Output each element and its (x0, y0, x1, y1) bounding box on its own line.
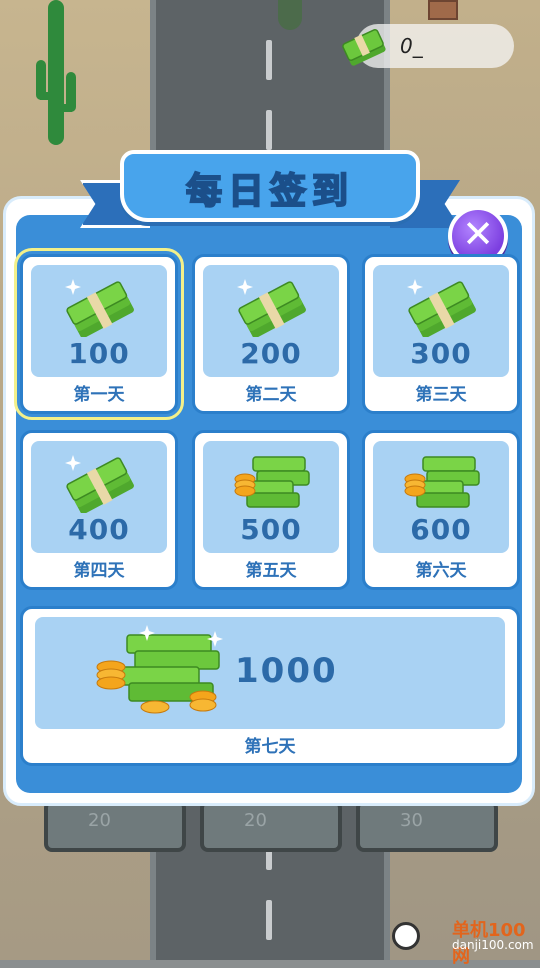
crate-icon (428, 0, 458, 20)
cactus-icon (36, 0, 76, 145)
day-card-5[interactable]: 500 第五天 (192, 430, 350, 590)
day-label: 第二天 (245, 385, 297, 405)
cash-coins-icon (404, 456, 480, 508)
reward-amount: 500 (240, 513, 302, 546)
cash-stack-icon (65, 279, 134, 337)
dialog-title: 每日签到 (185, 170, 354, 213)
cash-coins-icon (234, 456, 310, 508)
cash-stack-icon (407, 279, 476, 337)
cash-stack-icon (65, 455, 134, 513)
day-label: 第五天 (245, 561, 297, 581)
day-label: 第七天 (244, 737, 296, 757)
cash-stack-icon (237, 279, 306, 337)
day-label: 第六天 (415, 561, 467, 581)
plant-icon (278, 0, 302, 30)
reward-amount: 200 (240, 337, 302, 370)
day-label: 第四天 (73, 561, 125, 581)
watermark: 单机100网 danji100.com (390, 914, 540, 967)
reward-amount: 300 (410, 337, 472, 370)
shop-tile: 30 (356, 800, 498, 852)
day-card-3[interactable]: 300 第三天 (362, 254, 520, 414)
day-label: 第一天 (73, 385, 125, 405)
watermark-logo-icon (392, 922, 420, 950)
reward-amount: 400 (68, 513, 130, 546)
reward-amount: 600 (410, 513, 472, 546)
shop-tile: 20 (200, 800, 342, 852)
cash-value: 0_ (400, 34, 423, 58)
day-label: 第三天 (415, 385, 467, 405)
day-card-4[interactable]: 400 第四天 (20, 430, 178, 590)
cash-stack-icon (342, 29, 386, 66)
reward-amount: 100 (68, 337, 130, 370)
dialog-title-banner: 每日签到 (80, 150, 460, 240)
reward-amount: 1000 (235, 651, 338, 691)
day-card-2[interactable]: 200 第二天 (192, 254, 350, 414)
close-icon: ✕ (462, 212, 494, 256)
cash-coins-pile-icon (96, 625, 223, 714)
day-card-7[interactable]: 1000 第七天 (20, 606, 520, 766)
day-card-1[interactable]: 100 第一天 (14, 248, 184, 420)
day-card-6[interactable]: 600 第六天 (362, 430, 520, 590)
shop-tile: 20 (44, 800, 186, 852)
